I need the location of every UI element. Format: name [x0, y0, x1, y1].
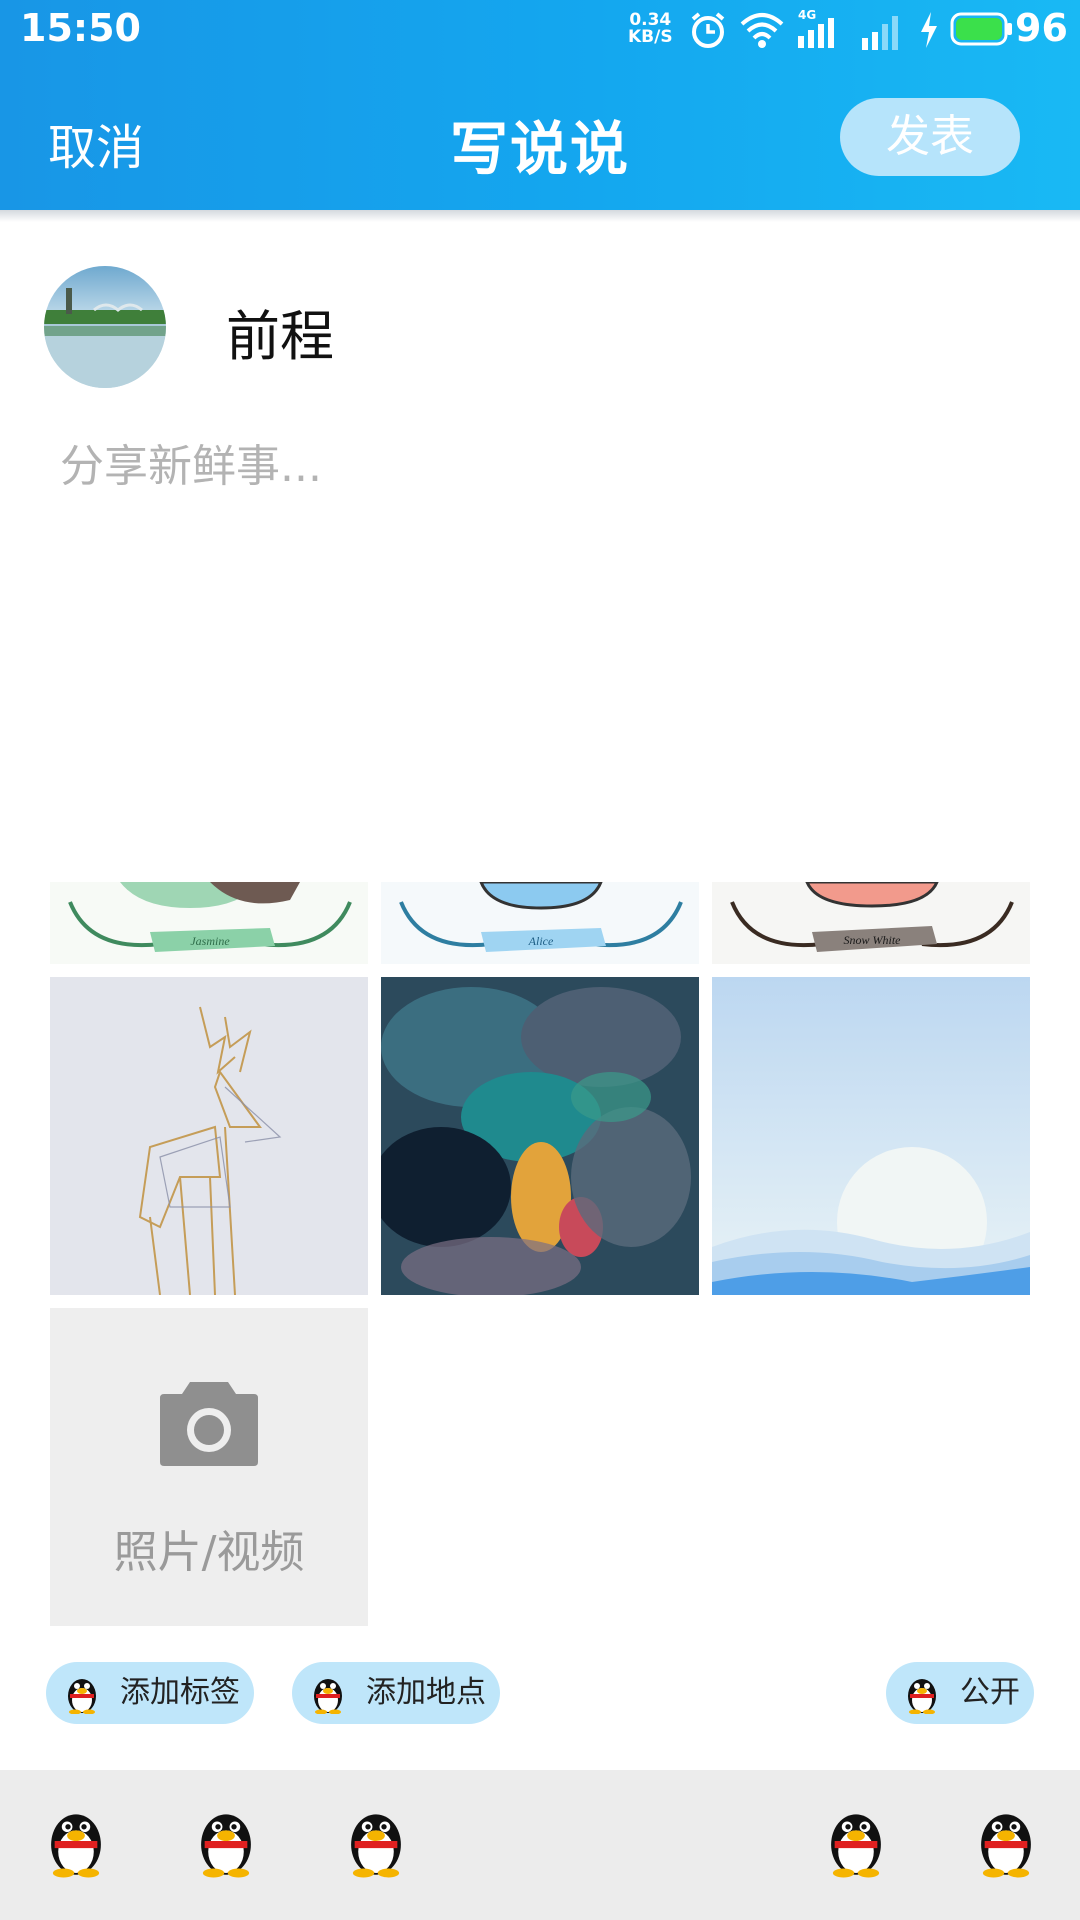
penguin-icon[interactable] [974, 1804, 1038, 1878]
add-photo-video-label: 照片/视频 [113, 1527, 305, 1578]
add-tag-label: 添加标签 [120, 1675, 240, 1710]
status-bar: 15:50 0.34 KB/S 4G 96 [0, 0, 1080, 60]
network-speed: 0.34 KB/S [628, 12, 673, 46]
battery-level: 96 [1015, 6, 1068, 50]
alarm-icon [691, 12, 725, 48]
photo-thumbnail-nebula[interactable] [381, 977, 699, 1295]
visibility-button[interactable]: 公开 [886, 1662, 1034, 1724]
signal-4g-icon: 4G [796, 8, 856, 50]
bottom-toolbar [0, 1770, 1080, 1920]
publish-button[interactable]: 发表 [840, 98, 1020, 176]
charging-icon [921, 12, 937, 48]
penguin-icon[interactable] [44, 1804, 108, 1878]
avatar[interactable] [44, 266, 166, 388]
top-bar: 15:50 0.34 KB/S 4G 96 取消 写说说 发表 [0, 0, 1080, 210]
penguin-icon [908, 1679, 936, 1714]
photo-thumbnail-jasmine[interactable]: Jasmine [50, 882, 368, 964]
photo-thumbnail-snow-white[interactable]: Snow White [712, 882, 1030, 964]
battery-icon [950, 12, 1012, 46]
signal-icon [862, 16, 898, 50]
visibility-label: 公开 [960, 1675, 1020, 1710]
penguin-icon[interactable] [194, 1804, 258, 1878]
compose-input[interactable] [60, 430, 1020, 830]
penguin-icon [68, 1679, 96, 1714]
camera-icon [160, 1382, 258, 1466]
banner-label-jasmine: Jasmine [190, 934, 230, 948]
header-shadow [0, 210, 1080, 222]
wifi-icon [740, 13, 784, 48]
photo-thumbnail-landscape[interactable] [712, 977, 1030, 1295]
banner-label-alice: Alice [528, 934, 554, 948]
title-bar: 取消 写说说 发表 [0, 60, 1080, 210]
penguin-icon [314, 1679, 342, 1714]
add-location-button[interactable]: 添加地点 [292, 1662, 500, 1724]
add-tag-button[interactable]: 添加标签 [46, 1662, 254, 1724]
banner-label-snow-white: Snow White [844, 933, 902, 947]
photo-thumbnail-deer[interactable] [50, 977, 368, 1295]
network-speed-unit: KB/S [628, 27, 673, 47]
photo-thumbnail-alice[interactable]: Alice [381, 882, 699, 964]
penguin-icon[interactable] [824, 1804, 888, 1878]
add-location-label: 添加地点 [366, 1675, 486, 1710]
add-photo-video-button[interactable]: 照片/视频 [50, 1308, 368, 1626]
user-name: 前程 [226, 305, 334, 368]
status-time: 15:50 [20, 6, 141, 50]
penguin-icon[interactable] [344, 1804, 408, 1878]
